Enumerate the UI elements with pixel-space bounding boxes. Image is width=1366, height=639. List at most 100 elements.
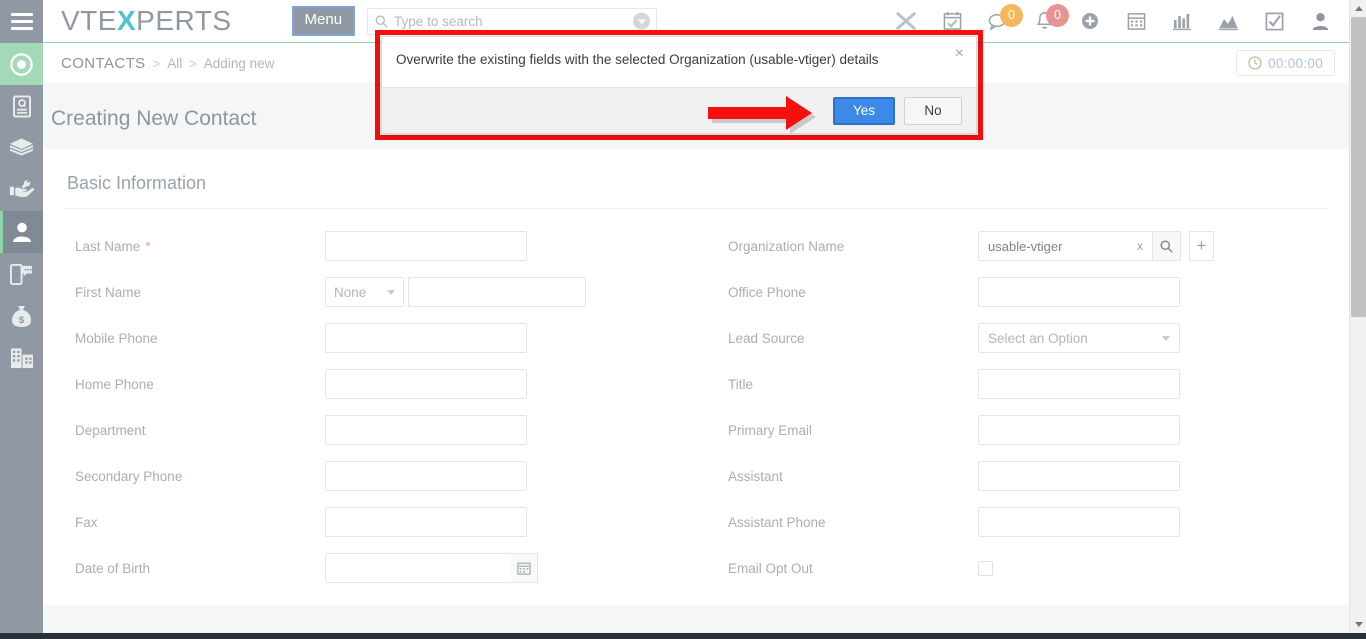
hamburger-menu-icon[interactable] <box>0 0 43 43</box>
sidebar-item-contacts[interactable] <box>0 211 43 253</box>
hamburger-line <box>10 12 33 16</box>
yes-button[interactable]: Yes <box>833 96 895 125</box>
last-name-input[interactable] <box>325 231 527 261</box>
checkbox-task-icon[interactable] <box>1251 0 1297 43</box>
form-row-email-opt-out: Email Opt Out <box>696 545 1349 591</box>
logo-prefix: VTE <box>61 5 117 36</box>
dialog-body: Overwrite the existing fields with the s… <box>382 37 976 87</box>
person-icon <box>12 222 31 242</box>
breadcrumb-item-all[interactable]: All <box>167 56 182 71</box>
label-primary-email: Primary Email <box>728 422 813 438</box>
assistant-input[interactable] <box>978 461 1180 491</box>
required-asterisk: * <box>145 238 151 254</box>
date-of-birth-input[interactable] <box>325 553 511 583</box>
hamburger-line <box>10 26 33 30</box>
organization-name-input[interactable] <box>978 231 1128 261</box>
money-bag-icon: $ <box>11 305 32 327</box>
form-row-fax: Fax <box>43 499 696 545</box>
calendar-picker-icon[interactable] <box>511 553 538 583</box>
first-name-input[interactable] <box>408 277 586 307</box>
area-chart-icon[interactable] <box>1205 0 1251 43</box>
form-row-assistant-phone: Assistant Phone <box>696 499 1349 545</box>
open-box-icon <box>10 137 33 155</box>
form-row-last-name: Last Name * <box>43 223 696 269</box>
sidebar-item-organizations[interactable] <box>0 337 43 379</box>
office-phone-input[interactable] <box>978 277 1180 307</box>
annotation-red-arrow <box>708 96 816 134</box>
form-row-organization-name: Organization Name x + <box>696 223 1349 269</box>
chevron-down-icon[interactable] <box>633 12 651 30</box>
bell-icon[interactable]: 0 <box>1021 0 1069 43</box>
building-icon <box>10 348 33 369</box>
create-organization-icon[interactable]: + <box>1189 231 1214 261</box>
sidebar-item-target[interactable] <box>0 43 43 85</box>
label-mobile-phone: Mobile Phone <box>75 330 158 346</box>
target-icon <box>10 52 33 76</box>
clear-organization-icon[interactable]: x <box>1128 231 1153 261</box>
assistant-phone-input[interactable] <box>978 507 1180 537</box>
sidebar-item-inventory[interactable] <box>0 127 43 169</box>
calendar-icon[interactable] <box>1113 0 1159 43</box>
sidebar-item-sms[interactable] <box>0 253 43 295</box>
fax-input[interactable] <box>325 507 527 537</box>
no-button[interactable]: No <box>904 96 962 125</box>
bar-chart-icon[interactable] <box>1159 0 1205 43</box>
secondary-phone-input[interactable] <box>325 461 527 491</box>
logo-x-mark: X <box>116 5 137 36</box>
label-assistant: Assistant <box>728 468 783 484</box>
label-lead-source: Lead Source <box>728 330 805 346</box>
search-input[interactable] <box>394 13 625 29</box>
email-opt-out-checkbox[interactable] <box>978 560 993 576</box>
label-secondary-phone: Secondary Phone <box>75 468 183 484</box>
primary-email-input[interactable] <box>978 415 1180 445</box>
salutation-value: None <box>334 284 367 300</box>
salutation-select[interactable]: None <box>325 277 404 307</box>
vertical-scrollbar-thumb[interactable] <box>1351 17 1366 317</box>
clock-icon <box>1248 56 1262 70</box>
chevron-down-icon <box>1162 335 1170 341</box>
label-home-phone: Home Phone <box>75 376 154 392</box>
label-office-phone: Office Phone <box>728 284 806 300</box>
lead-source-value: Select an Option <box>988 330 1088 346</box>
search-icon <box>368 15 394 28</box>
label-department: Department <box>75 422 146 438</box>
user-account-icon[interactable] <box>1297 0 1343 43</box>
form-row-title: Title <box>696 361 1349 407</box>
basic-information-card: Basic Information Last Name * First Name … <box>43 149 1349 605</box>
add-circle-icon[interactable] <box>1067 0 1113 43</box>
label-fax: Fax <box>75 514 98 530</box>
mobile-message-icon <box>9 263 33 285</box>
organization-lookup-search-icon[interactable] <box>1153 231 1181 261</box>
vertical-scrollbar[interactable] <box>1349 0 1366 633</box>
department-input[interactable] <box>325 415 527 445</box>
document-icon <box>12 95 31 117</box>
sidebar-item-documents[interactable] <box>0 85 43 127</box>
breadcrumb-root[interactable]: CONTACTS <box>61 55 146 72</box>
label-text: Last Name <box>75 238 141 254</box>
form-row-assistant: Assistant <box>696 453 1349 499</box>
form-row-first-name: First Name None <box>43 269 696 315</box>
title-input[interactable] <box>978 369 1180 399</box>
close-icon[interactable]: × <box>955 46 964 62</box>
timer-widget[interactable]: 00:00:00 <box>1236 50 1335 76</box>
sidebar-item-finance[interactable]: $ <box>0 295 43 337</box>
app-logo[interactable]: VTEXPERTS <box>61 5 232 37</box>
timer-value: 00:00:00 <box>1268 55 1323 71</box>
menu-button[interactable]: Menu <box>291 6 356 36</box>
lead-source-select[interactable]: Select an Option <box>978 323 1180 353</box>
mobile-phone-input[interactable] <box>325 323 527 353</box>
scroll-down-arrow-icon[interactable] <box>1350 616 1366 633</box>
vtiger-crm-window: VTEXPERTS Menu 0 0 <box>0 0 1366 639</box>
svg-text:$: $ <box>19 315 25 326</box>
dialog-footer: Yes No <box>382 87 976 133</box>
label-organization-name: Organization Name <box>728 238 845 254</box>
horizontal-scrollbar[interactable] <box>0 633 1366 639</box>
label-date-of-birth: Date of Birth <box>75 560 151 576</box>
form-column-left: Last Name * First Name None Mobile Phone… <box>43 223 696 591</box>
home-phone-input[interactable] <box>325 369 527 399</box>
scroll-up-arrow-icon[interactable] <box>1350 0 1366 17</box>
form-row-date-of-birth: Date of Birth <box>43 545 696 591</box>
notification-badge: 0 <box>1046 3 1069 27</box>
form-column-right: Organization Name x + Office Phone <box>696 223 1349 591</box>
sidebar-item-support[interactable] <box>0 169 43 211</box>
